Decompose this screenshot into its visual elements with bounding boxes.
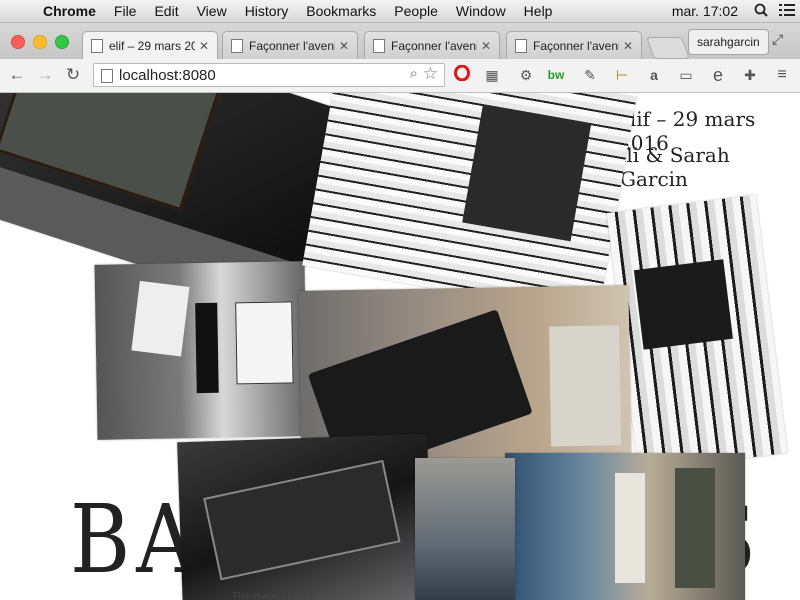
profile-button[interactable]: sarahgarcin <box>688 29 769 55</box>
menu-people[interactable]: People <box>385 3 447 19</box>
poster-shape <box>131 280 190 357</box>
tab-3[interactable]: Façonner l'avenir ✕ <box>364 31 500 59</box>
photo-newspaper-collage-right[interactable] <box>606 194 788 472</box>
macos-menubar: Chrome File Edit View History Bookmarks … <box>0 0 800 23</box>
chrome-menu-icon[interactable]: ≡ <box>772 65 792 85</box>
address-url[interactable]: localhost:8080 <box>119 67 216 84</box>
new-tab-button[interactable] <box>645 37 691 59</box>
fullscreen-icon[interactable]: ⤢ <box>772 31 783 48</box>
spotlight-search-icon[interactable] <box>748 3 774 20</box>
amazon-extension-icon[interactable]: a <box>644 65 664 85</box>
page-footer-text: The image of the a... <box>232 591 324 600</box>
menu-edit[interactable]: Edit <box>145 3 187 19</box>
menubar-clock[interactable]: mar. 17:02 <box>662 3 748 19</box>
tab-close-icon[interactable]: ✕ <box>339 39 349 53</box>
booklet-pages-shape <box>203 459 401 581</box>
person-shape <box>675 468 715 588</box>
tab-close-icon[interactable]: ✕ <box>623 39 633 53</box>
window-controls <box>11 35 69 49</box>
page-favicon-icon <box>373 38 385 53</box>
photo-lecture-grayscale[interactable] <box>94 261 308 440</box>
notification-center-icon[interactable] <box>774 3 800 20</box>
evernote-extension-icon[interactable]: e <box>708 65 728 85</box>
menu-window[interactable]: Window <box>447 3 515 19</box>
tab-strip: elif – 29 mars 20 ✕ Façonner l'avenir ✕ … <box>0 23 800 60</box>
zoom-magnifier-icon[interactable]: ⌕ <box>410 65 418 82</box>
collage-dark-block <box>462 104 592 242</box>
tab-label: Façonner l'avenir <box>391 38 477 53</box>
page-favicon-icon <box>91 39 103 53</box>
tab-active[interactable]: elif – 29 mars 20 ✕ <box>82 31 218 60</box>
menu-view[interactable]: View <box>188 3 236 19</box>
collage-dark-block <box>633 259 733 350</box>
puzzle-extension-icon[interactable]: ✚ <box>740 65 760 85</box>
sign-shape <box>235 301 294 385</box>
photo-workshop-middle[interactable] <box>415 458 515 600</box>
web-page-content: elif – 29 mars 2016 lli & Sarah Garcin B… <box>0 93 800 600</box>
photo-newspaper-collage[interactable] <box>302 93 638 318</box>
reload-icon[interactable]: ↻ <box>62 65 84 85</box>
page-heading-line2: lli & Sarah Garcin <box>620 143 730 191</box>
zoom-window-button[interactable] <box>55 35 69 49</box>
minimize-window-button[interactable] <box>33 35 47 49</box>
tab-label: elif – 29 mars 20 <box>109 39 195 53</box>
back-arrow-icon[interactable]: ← <box>6 65 28 85</box>
close-window-button[interactable] <box>11 35 25 49</box>
eyedropper-icon[interactable]: ✎ <box>580 65 600 85</box>
page-info-icon[interactable] <box>101 69 113 83</box>
menu-chrome[interactable]: Chrome <box>34 3 105 19</box>
settings-gear-icon[interactable]: ⚙ <box>516 65 536 85</box>
opera-extension-icon[interactable] <box>452 64 472 85</box>
tab-label: Façonner l'avenir <box>249 38 335 53</box>
menu-file[interactable]: File <box>105 3 146 19</box>
table-shape <box>549 325 622 447</box>
menu-history[interactable]: History <box>236 3 298 19</box>
page-favicon-icon <box>515 38 527 53</box>
tab-4[interactable]: Façonner l'avenir ✕ <box>506 31 642 59</box>
menu-help[interactable]: Help <box>515 3 562 19</box>
stack-extension-icon[interactable]: ▦ <box>482 65 502 85</box>
tab-2[interactable]: Façonner l'avenir ✕ <box>222 31 358 59</box>
tab-label: Façonner l'avenir <box>533 38 619 53</box>
cast-icon[interactable]: ▭ <box>676 65 696 85</box>
page-favicon-icon <box>231 38 243 53</box>
tab-close-icon[interactable]: ✕ <box>481 39 491 53</box>
person-shape <box>195 302 219 394</box>
photo-workshop-people[interactable] <box>505 453 745 600</box>
address-bar[interactable]: localhost:8080 ⌕ ☆ <box>93 63 445 87</box>
menu-bookmarks[interactable]: Bookmarks <box>297 3 385 19</box>
photo-booklet-open[interactable] <box>177 433 433 600</box>
browser-toolbar: ← → ↻ localhost:8080 ⌕ ☆ ▦ ⚙ bw ✎ ⊢ a ▭ … <box>0 59 800 93</box>
person-shape <box>615 473 645 583</box>
bookmark-star-icon[interactable]: ☆ <box>423 64 438 84</box>
bw-extension-icon[interactable]: bw <box>546 65 566 85</box>
forward-arrow-icon[interactable]: → <box>34 65 56 85</box>
tab-close-icon[interactable]: ✕ <box>199 39 209 53</box>
ruler-extension-icon[interactable]: ⊢ <box>612 65 632 85</box>
